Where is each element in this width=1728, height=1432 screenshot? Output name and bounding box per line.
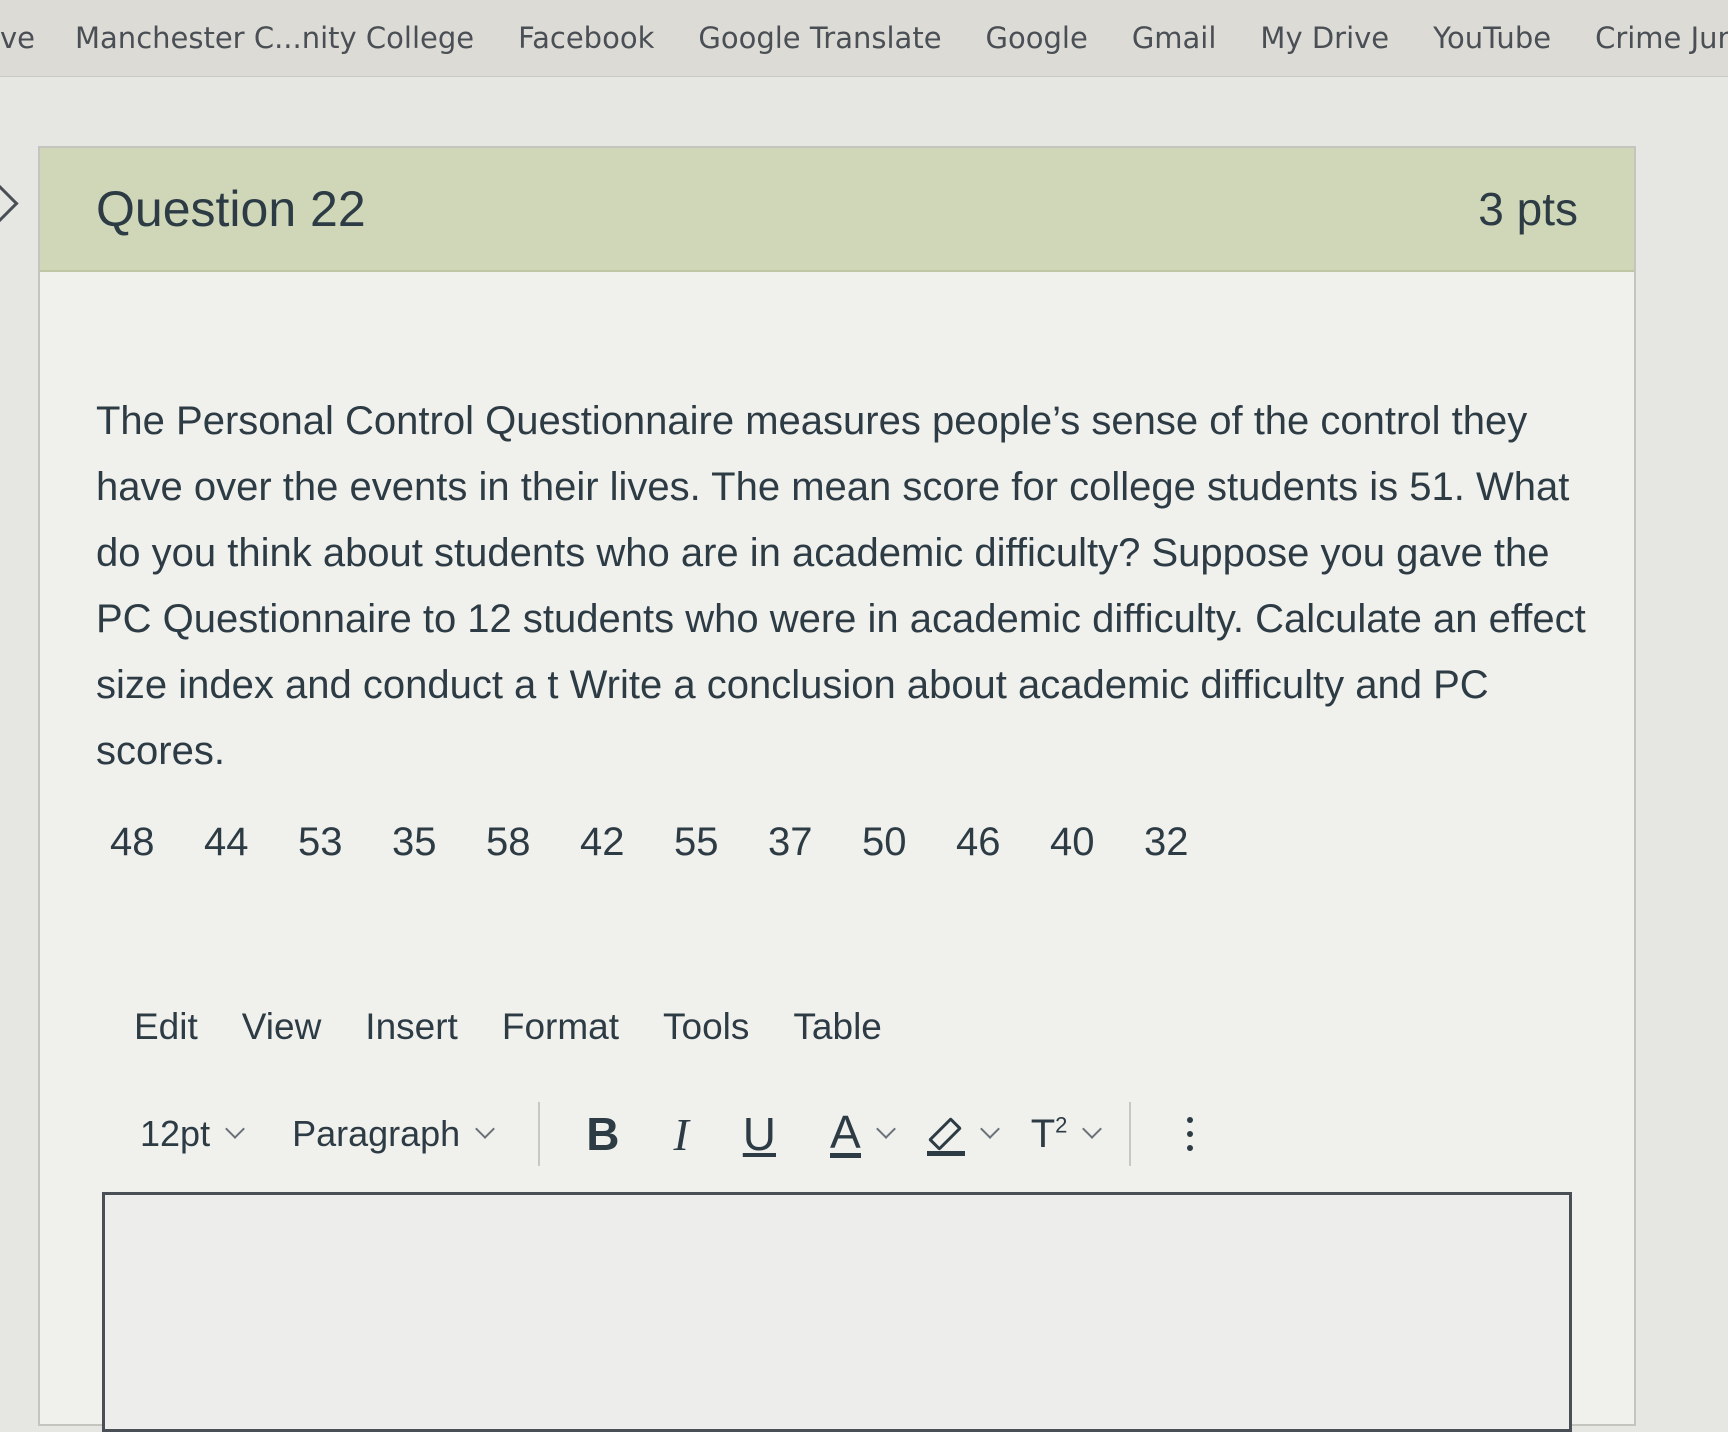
data-value: 50 <box>862 820 907 864</box>
data-value: 48 <box>110 820 155 864</box>
data-values: 48 44 53 35 58 42 55 37 50 46 40 32 <box>110 820 1238 865</box>
italic-button[interactable]: I <box>673 1108 688 1161</box>
bookmark-item[interactable]: ve <box>0 21 35 55</box>
menu-tools[interactable]: Tools <box>663 1006 749 1048</box>
data-value: 53 <box>298 820 343 864</box>
font-size-value: 12pt <box>140 1113 211 1154</box>
bookmark-facebook[interactable]: Facebook <box>518 21 654 55</box>
menu-insert[interactable]: Insert <box>365 1006 458 1048</box>
data-value: 58 <box>486 820 531 864</box>
chevron-right-icon[interactable] <box>0 184 19 223</box>
underline-button[interactable]: U <box>743 1107 776 1161</box>
superscript-icon: T2 <box>1031 1112 1068 1157</box>
italic-icon: I <box>673 1108 689 1160</box>
data-value: 37 <box>768 820 813 864</box>
bold-icon: B <box>586 1108 620 1160</box>
data-value: 44 <box>204 820 249 864</box>
bookmark-my-drive[interactable]: My Drive <box>1260 21 1389 55</box>
bold-button[interactable]: B <box>586 1107 619 1161</box>
superscript-letter: T <box>1030 1111 1056 1156</box>
answer-editor-area[interactable] <box>102 1192 1572 1432</box>
data-value: 35 <box>392 820 437 864</box>
question-points: 3 pts <box>1478 183 1578 235</box>
chevron-down-icon <box>875 1119 896 1139</box>
menu-view[interactable]: View <box>242 1006 322 1048</box>
data-value: 40 <box>1050 820 1095 864</box>
data-value: 32 <box>1144 820 1189 864</box>
superscript-mark: 2 <box>1055 1112 1068 1138</box>
data-value: 46 <box>956 820 1001 864</box>
question-header: Question 22 3 pts <box>40 148 1634 272</box>
underline-icon: U <box>742 1108 776 1160</box>
data-value: 55 <box>674 820 719 864</box>
editor-menubar: Edit View Insert Format Tools Table <box>134 1006 926 1048</box>
toolbar-divider <box>1129 1102 1132 1166</box>
menu-edit[interactable]: Edit <box>134 1006 198 1048</box>
block-format-value: Paragraph <box>292 1113 461 1154</box>
more-options-icon[interactable] <box>1187 1117 1194 1151</box>
highlight-color-button[interactable] <box>926 1116 1000 1156</box>
font-size-select[interactable]: 12pt <box>140 1113 245 1155</box>
chevron-down-icon <box>1082 1119 1103 1139</box>
font-color-button[interactable]: A <box>830 1105 896 1158</box>
block-format-select[interactable]: Paragraph <box>292 1113 496 1155</box>
question-title: Question 22 <box>96 181 366 237</box>
chevron-down-icon <box>225 1119 245 1139</box>
bookmark-google-translate[interactable]: Google Translate <box>698 21 941 55</box>
bookmarks-bar: ve Manchester C...nity College Facebook … <box>0 0 1728 77</box>
bookmark-gmail[interactable]: Gmail <box>1132 21 1217 55</box>
editor-toolbar: 12pt Paragraph B I U A T2 <box>140 1094 1440 1174</box>
menu-table[interactable]: Table <box>793 1006 881 1048</box>
font-color-icon: A <box>830 1105 861 1158</box>
menu-format[interactable]: Format <box>502 1006 619 1048</box>
bookmark-google[interactable]: Google <box>986 21 1088 55</box>
superscript-button[interactable]: T2 <box>1031 1112 1103 1157</box>
chevron-down-icon <box>475 1119 496 1139</box>
data-value: 42 <box>580 820 625 864</box>
highlighter-icon <box>926 1116 965 1156</box>
bookmark-manchester-college[interactable]: Manchester C...nity College <box>75 21 474 55</box>
toolbar-divider <box>538 1102 541 1166</box>
bookmark-youtube[interactable]: YouTube <box>1433 21 1551 55</box>
question-text: The Personal Control Questionnaire measu… <box>96 399 1586 773</box>
chevron-down-icon <box>979 1119 1000 1139</box>
bookmark-crime-junk[interactable]: Crime Junk <box>1595 21 1728 55</box>
